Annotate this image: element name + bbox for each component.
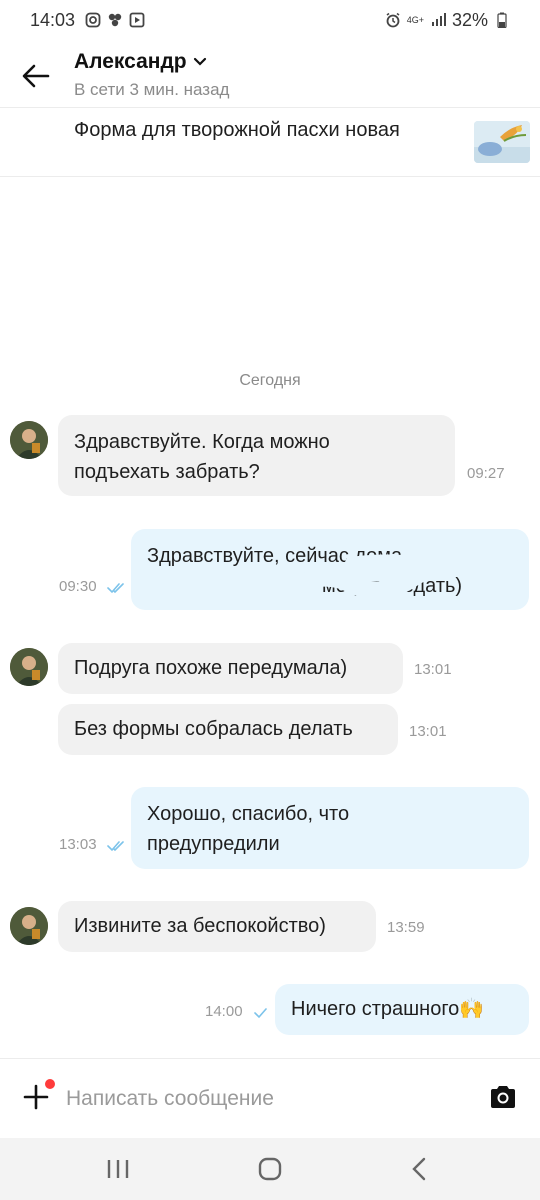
message-bubble-incoming[interactable]: Извините за беспокойство)	[58, 901, 376, 952]
network-type: 4G+	[406, 14, 424, 25]
message-bubble-outgoing[interactable]: Здравствуйте, сейчас дома, могу передать…	[131, 529, 529, 610]
message-text: Хорошо, спасибо, что	[147, 803, 350, 825]
message-bubble-incoming[interactable]: Подруга похоже передумала)	[58, 643, 403, 694]
system-nav-bar	[0, 1138, 540, 1200]
message-text: Подруга похоже передумала)	[74, 657, 348, 679]
avatar[interactable]	[10, 648, 48, 686]
status-time: 14:03	[30, 9, 76, 30]
message-text: предупредили	[147, 833, 280, 855]
chat-header: Александр В сети 3 мин. назад	[0, 40, 540, 108]
message-text: подъехать забрать?	[74, 461, 260, 483]
signal-icon	[431, 13, 446, 26]
avatar[interactable]	[10, 907, 48, 945]
camera-icon[interactable]	[489, 1084, 517, 1110]
instagram-icon	[85, 12, 101, 28]
listing-thumbnail	[474, 121, 530, 163]
redaction-scribble	[291, 554, 529, 600]
message-time: 13:01	[414, 661, 452, 678]
app-notification-icon	[108, 13, 122, 27]
avatar[interactable]	[10, 421, 48, 459]
message-bubble-outgoing[interactable]: Хорошо, спасибо, что предупредили	[131, 787, 529, 869]
recents-icon[interactable]	[103, 1156, 133, 1182]
contact-status: В сети 3 мин. назад	[74, 80, 230, 99]
message-bubble-outgoing[interactable]: Ничего страшного🙌	[275, 984, 529, 1035]
alarm-icon	[386, 12, 400, 28]
battery-percent: 32%	[451, 9, 488, 30]
double-check-icon	[107, 583, 124, 594]
message-time: 13:03	[59, 836, 97, 853]
battery-icon	[497, 12, 507, 28]
message-composer	[0, 1058, 540, 1138]
message-time: 09:30	[59, 578, 97, 595]
home-icon[interactable]	[255, 1156, 285, 1182]
message-time: 13:59	[387, 919, 425, 936]
back-arrow-icon[interactable]	[20, 62, 52, 90]
message-text: Ничего страшного🙌	[291, 998, 485, 1020]
listing-bar[interactable]: Форма для творожной пасхи новая	[0, 108, 540, 177]
listing-title: Форма для творожной пасхи новая	[74, 119, 400, 141]
contact-name: Александр	[74, 50, 187, 73]
chevron-down-icon	[193, 57, 206, 66]
message-bubble-incoming[interactable]: Здравствуйте. Когда можно подъехать забр…	[58, 415, 455, 496]
message-text: Без формы собралась делать	[74, 718, 353, 740]
message-text: Здравствуйте. Когда можно	[74, 431, 330, 453]
message-input[interactable]	[66, 1081, 446, 1117]
back-nav-icon[interactable]	[406, 1156, 436, 1182]
message-time: 13:01	[409, 723, 447, 740]
media-icon	[129, 12, 145, 28]
double-check-icon	[107, 841, 124, 852]
message-bubble-incoming[interactable]: Без формы собралась делать	[58, 704, 398, 755]
message-text: Извините за беспокойство)	[74, 915, 326, 937]
check-icon	[254, 1008, 267, 1019]
message-time: 14:00	[205, 1003, 243, 1020]
contact-name-button[interactable]: Александр	[74, 50, 207, 74]
status-bar: 14:03 4G+ 32%	[0, 0, 540, 40]
message-time: 09:27	[467, 465, 505, 482]
date-separator: Сегодня	[239, 372, 301, 389]
notification-dot	[45, 1079, 55, 1089]
